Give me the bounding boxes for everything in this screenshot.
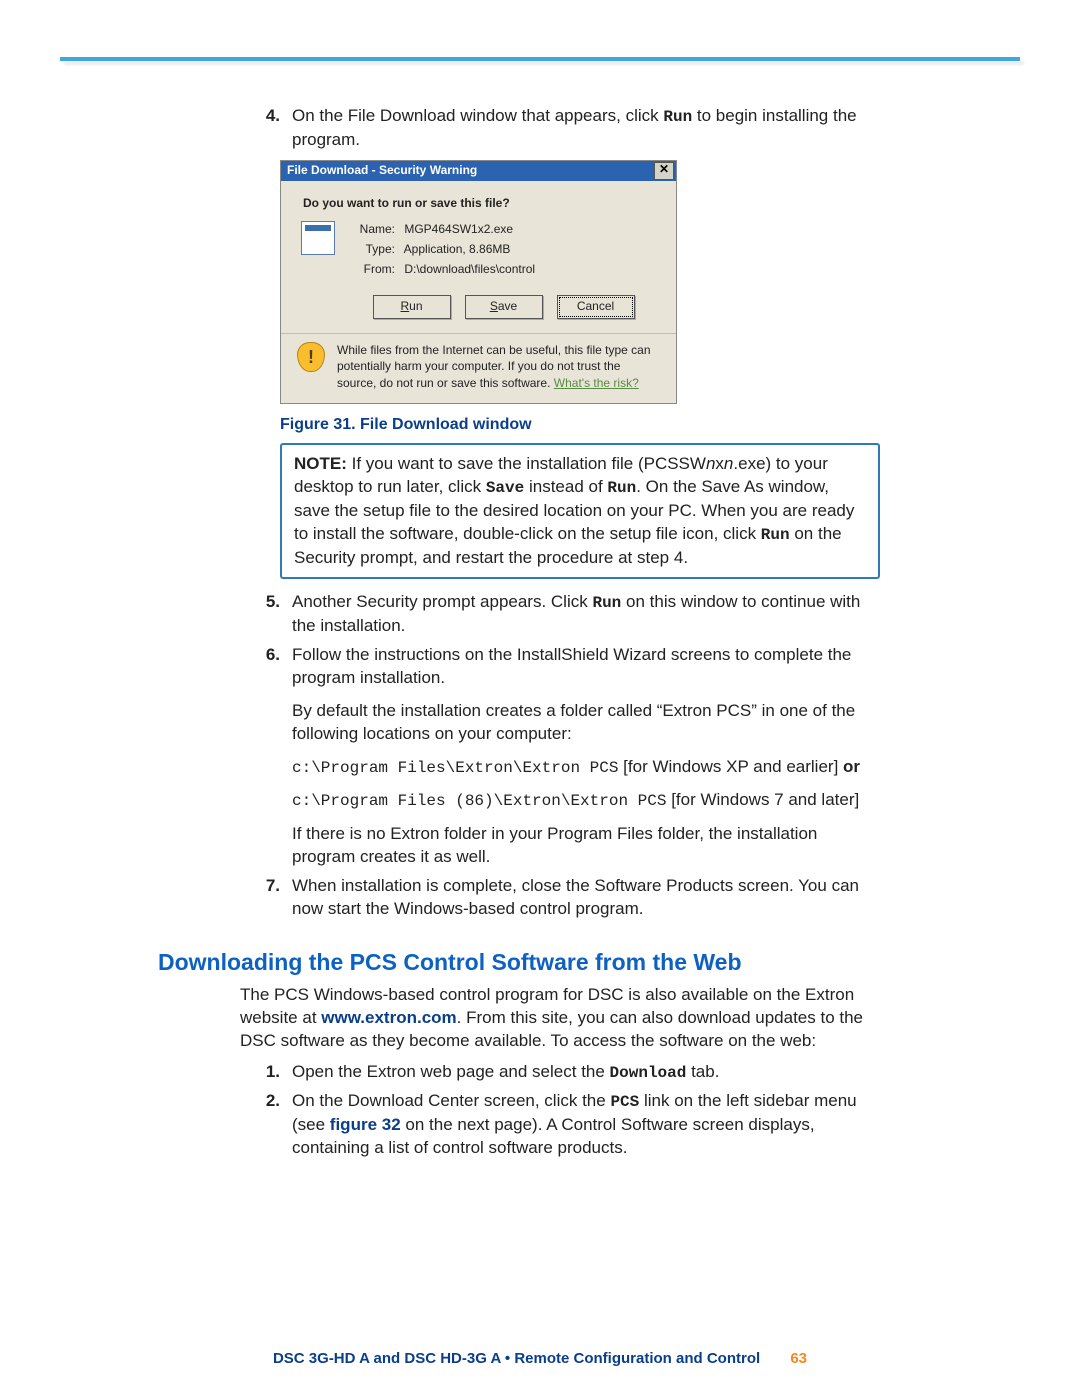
text: Open the Extron web page and select the <box>292 1062 610 1081</box>
t: n <box>724 454 733 473</box>
pcs-literal: PCS <box>610 1093 639 1111</box>
dialog-save-button[interactable]: Save <box>465 295 543 319</box>
label-name: Name: <box>355 221 395 237</box>
run-literal: Run <box>607 479 636 497</box>
step-number: 7. <box>240 875 292 921</box>
note-label: NOTE: <box>294 454 347 473</box>
step-number: 2. <box>240 1090 292 1159</box>
btn-label: ave <box>498 299 517 313</box>
value-type: Application, 8.86MB <box>404 242 511 256</box>
dialog-separator <box>281 333 676 334</box>
label-from: From: <box>355 261 395 277</box>
step-body: Open the Extron web page and select the … <box>292 1061 880 1085</box>
text: On the Download Center screen, click the <box>292 1091 610 1110</box>
text: If there is no Extron folder in your Pro… <box>292 823 880 869</box>
dialog-question: Do you want to run or save this file? <box>303 195 662 211</box>
dialog-close-button[interactable]: ✕ <box>654 162 674 180</box>
text: [for Windows 7 and later] <box>666 790 859 809</box>
value-name: MGP464SW1x2.exe <box>404 222 513 236</box>
web-step-1: 1. Open the Extron web page and select t… <box>240 1061 880 1085</box>
dialog-titlebar: File Download - Security Warning ✕ <box>281 161 676 181</box>
step-5: 5. Another Security prompt appears. Clic… <box>240 591 880 638</box>
step-body: On the Download Center screen, click the… <box>292 1090 880 1159</box>
text: Another Security prompt appears. Click <box>292 592 592 611</box>
section-intro: The PCS Windows-based control program fo… <box>240 984 880 1053</box>
page-number: 63 <box>790 1350 807 1367</box>
dialog-warning: ! While files from the Internet can be u… <box>295 342 662 391</box>
run-literal: Run <box>663 108 692 126</box>
t: If you want to save the installation fil… <box>347 454 706 473</box>
page-footer: DSC 3G-HD A and DSC HD-3G A • Remote Con… <box>0 1350 1080 1367</box>
file-download-dialog: File Download - Security Warning ✕ Do yo… <box>280 160 677 404</box>
btn-label: un <box>409 299 422 313</box>
value-from: D:\download\files\control <box>404 262 535 276</box>
step-number: 4. <box>240 105 292 152</box>
close-icon: ✕ <box>659 162 669 176</box>
text: On the File Download window that appears… <box>292 106 663 125</box>
step-4: 4. On the File Download window that appe… <box>240 105 880 152</box>
text: tab. <box>686 1062 719 1081</box>
dialog-run-button[interactable]: Run <box>373 295 451 319</box>
step-number: 6. <box>240 644 292 869</box>
step-7: 7. When installation is complete, close … <box>240 875 880 921</box>
path: c:\Program Files (86)\Extron\Extron PCS <box>292 792 666 810</box>
path-line: c:\Program Files (86)\Extron\Extron PCS … <box>292 789 880 813</box>
note-box: NOTE: If you want to save the installati… <box>280 443 880 579</box>
save-literal: Save <box>486 479 524 497</box>
download-literal: Download <box>610 1064 687 1082</box>
text: [for Windows XP and earlier] <box>618 757 843 776</box>
text: By default the installation creates a fo… <box>292 700 880 746</box>
dialog-info-row: Name: MGP464SW1x2.exe Type: Application,… <box>295 221 662 282</box>
shield-icon: ! <box>297 342 325 372</box>
figure-caption: Figure 31. File Download window <box>280 414 880 436</box>
t: x <box>715 454 724 473</box>
text: Follow the instructions on the InstallSh… <box>292 644 880 690</box>
t: instead of <box>524 477 607 496</box>
figure-xref[interactable]: figure 32 <box>330 1115 401 1134</box>
step-body: When installation is complete, close the… <box>292 875 880 921</box>
step-body: On the File Download window that appears… <box>292 105 880 152</box>
footer-text: DSC 3G-HD A and DSC HD-3G A • Remote Con… <box>273 1350 760 1367</box>
path-line: c:\Program Files\Extron\Extron PCS [for … <box>292 756 880 780</box>
step-6: 6. Follow the instructions on the Instal… <box>240 644 880 869</box>
page-content: 4. On the File Download window that appe… <box>160 105 880 1166</box>
whats-the-risk-link[interactable]: What's the risk? <box>554 376 639 390</box>
dialog-warning-text: While files from the Internet can be use… <box>337 342 658 391</box>
extron-url[interactable]: www.extron.com <box>321 1008 456 1027</box>
page-top-rule <box>60 57 1020 61</box>
step-body: Follow the instructions on the InstallSh… <box>292 644 880 869</box>
path: c:\Program Files\Extron\Extron PCS <box>292 759 618 777</box>
file-icon <box>301 221 335 255</box>
dialog-title-text: File Download - Security Warning <box>287 162 477 178</box>
step-number: 5. <box>240 591 292 638</box>
section-heading: Downloading the PCS Control Software fro… <box>158 947 880 978</box>
label-type: Type: <box>355 241 395 257</box>
run-literal: Run <box>761 526 790 544</box>
dialog-buttons: Run Save Cancel <box>345 295 662 319</box>
dialog-info-table: Name: MGP464SW1x2.exe Type: Application,… <box>355 221 535 282</box>
t: n <box>706 454 715 473</box>
dialog-cancel-button[interactable]: Cancel <box>557 295 635 319</box>
step-body: Another Security prompt appears. Click R… <box>292 591 880 638</box>
dialog-body: Do you want to run or save this file? Na… <box>281 181 676 403</box>
step-number: 1. <box>240 1061 292 1085</box>
or: or <box>843 757 860 776</box>
run-literal: Run <box>592 594 621 612</box>
web-step-2: 2. On the Download Center screen, click … <box>240 1090 880 1159</box>
